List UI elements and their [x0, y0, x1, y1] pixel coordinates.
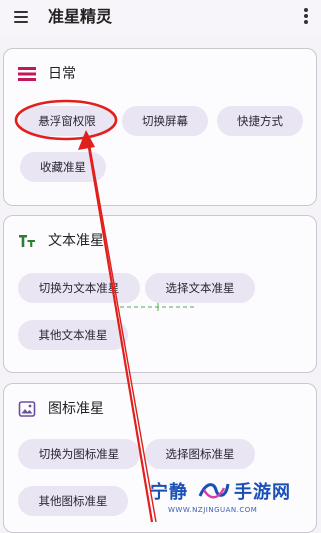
floating-window-permission-chip[interactable]: 悬浮窗权限: [20, 106, 114, 136]
hamburger-menu-icon[interactable]: [14, 11, 28, 23]
app-bar: 准星精灵: [0, 0, 321, 36]
image-icon: [18, 400, 36, 418]
list-icon: [18, 65, 36, 83]
watermark: 宁静 手游网 WWW.NZJINGUAN.COM: [150, 478, 320, 522]
more-vert-icon[interactable]: [303, 8, 309, 26]
card-daily-title: 日常: [48, 66, 76, 82]
select-text-crosshair-chip[interactable]: 选择文本准星: [145, 273, 255, 303]
watermark-logo-icon: [198, 483, 230, 499]
shortcut-chip[interactable]: 快捷方式: [217, 106, 303, 136]
card-icon-title: 图标准星: [48, 401, 104, 417]
card-text-crosshair: 文本准星 切换为文本准星 选择文本准星 其他文本准星: [3, 215, 317, 373]
watermark-url: WWW.NZJINGUAN.COM: [168, 506, 258, 514]
card-daily: 日常 悬浮窗权限 切换屏幕 快捷方式 收藏准星: [3, 48, 317, 206]
text-format-icon: [18, 232, 36, 250]
favorite-crosshair-chip[interactable]: 收藏准星: [20, 152, 106, 182]
switch-to-text-crosshair-chip[interactable]: 切换为文本准星: [18, 273, 140, 303]
other-icon-crosshair-chip[interactable]: 其他图标准星: [18, 486, 128, 516]
other-text-crosshair-chip[interactable]: 其他文本准星: [18, 320, 128, 350]
select-icon-crosshair-chip[interactable]: 选择图标准星: [145, 439, 255, 469]
switch-screen-chip[interactable]: 切换屏幕: [122, 106, 208, 136]
watermark-name-left: 宁静: [150, 482, 188, 503]
switch-to-icon-crosshair-chip[interactable]: 切换为图标准星: [18, 439, 140, 469]
card-text-title: 文本准星: [48, 233, 104, 249]
watermark-name-right: 手游网: [234, 482, 291, 503]
app-title: 准星精灵: [48, 7, 113, 26]
